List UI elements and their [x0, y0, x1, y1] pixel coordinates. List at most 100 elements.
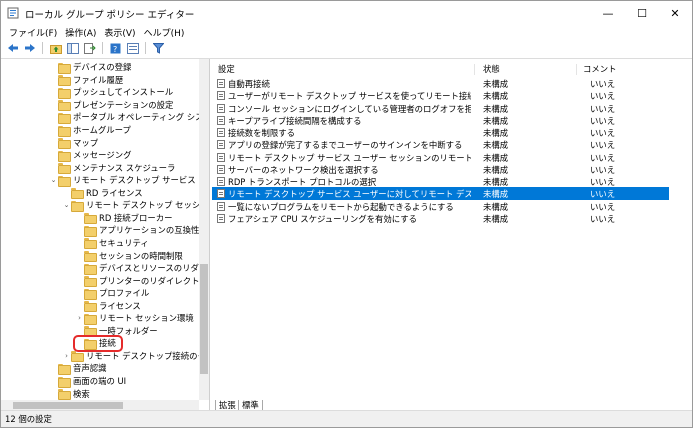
- tree-item[interactable]: プリンターのリダイレクト: [75, 274, 200, 288]
- column-divider[interactable]: [474, 64, 475, 75]
- cell-setting: 一覧にないプログラムをリモートから起動できるようにする: [228, 201, 454, 212]
- folder-icon: [58, 138, 71, 150]
- cell-state: 未構成: [483, 91, 509, 102]
- tree-item[interactable]: › リモート セッション環境: [75, 312, 194, 325]
- minimize-button[interactable]: —: [591, 1, 625, 25]
- cell-state: 未構成: [483, 164, 509, 175]
- tree-item-label: メンテナンス スケジューラ: [73, 162, 176, 173]
- list-item[interactable]: リモート デスクトップ サービス ユーザー セッションのリモート制御のルール..…: [212, 151, 669, 164]
- tree-item[interactable]: ファイル履歴: [49, 74, 123, 87]
- column-header-setting[interactable]: 設定: [218, 63, 235, 75]
- list-item[interactable]: サーバーのネットワーク検出を選択する 未構成 いいえ: [212, 163, 669, 176]
- tree-item[interactable]: ポータブル オペレーティング システム: [49, 111, 209, 124]
- cell-comment: いいえ: [590, 213, 616, 224]
- tree-item[interactable]: RD 接続ブローカー: [75, 212, 173, 225]
- status-bar: 12 個の設定: [1, 410, 692, 427]
- properties-button[interactable]: [125, 41, 140, 55]
- menu-file[interactable]: ファイル(F): [5, 26, 61, 39]
- list-item[interactable]: RDP トランスポート プロトコルの選択 未構成 いいえ: [212, 175, 669, 188]
- back-button[interactable]: [5, 41, 20, 55]
- close-button[interactable]: ✕: [658, 1, 692, 25]
- tree-item[interactable]: セキュリティ: [75, 237, 149, 250]
- tree-hscroll-thumb[interactable]: [13, 402, 123, 409]
- export-icon: [83, 42, 96, 54]
- folder-up-icon: [49, 44, 62, 54]
- list-header: 設定 状態 コメント: [212, 62, 692, 75]
- tree-item-label: 音声認識: [73, 363, 107, 374]
- cell-comment: いいえ: [590, 91, 616, 102]
- cell-setting: リモート デスクトップ サービス ユーザー セッションのリモート制御のルール..…: [228, 152, 471, 163]
- close-icon: ✕: [670, 6, 680, 20]
- tree-item[interactable]: 画面の端の UI: [49, 375, 126, 388]
- policy-setting-icon: [217, 152, 225, 162]
- list-item[interactable]: リモート デスクトップ サービス ユーザーに対してリモート デスクトップ サー.…: [212, 187, 669, 201]
- tree-item[interactable]: ホームグループ: [49, 124, 131, 137]
- forward-button[interactable]: [22, 41, 37, 55]
- column-header-state[interactable]: 状態: [483, 63, 500, 75]
- policy-setting-icon: [217, 189, 225, 199]
- title-bar[interactable]: ローカル グループ ポリシー エディター — ☐ ✕: [1, 1, 692, 25]
- client-area: デバイスの登録 ファイル履歴 プッシュしてインストール プレゼンテーションの設定 ポータ…: [1, 58, 692, 411]
- up-folder-button[interactable]: [48, 41, 63, 55]
- filter-button[interactable]: [151, 41, 166, 55]
- chevron-down-icon[interactable]: ⌄: [62, 201, 71, 209]
- tree-item[interactable]: ライセンス: [75, 299, 141, 313]
- tree-item[interactable]: メッセージング: [49, 149, 131, 162]
- tree-item[interactable]: ⌄ リモート デスクトップ セッション ホス: [62, 199, 209, 212]
- chevron-down-icon[interactable]: ⌄: [49, 176, 58, 184]
- cell-comment: いいえ: [590, 201, 616, 212]
- folder-icon: [58, 125, 71, 137]
- cell-state: 未構成: [483, 140, 509, 151]
- tree-item[interactable]: メンテナンス スケジューラ: [49, 161, 176, 175]
- maximize-button[interactable]: ☐: [625, 1, 659, 25]
- list-item[interactable]: 自動再接続 未構成 いいえ: [212, 77, 669, 90]
- list-item[interactable]: 一覧にないプログラムをリモートから起動できるようにする 未構成 いいえ: [212, 200, 669, 213]
- tree-item[interactable]: セッションの時間制限: [75, 249, 183, 262]
- tree-item-label: デバイスの登録: [73, 62, 132, 73]
- help-button[interactable]: ?: [108, 41, 123, 55]
- cell-state: 未構成: [483, 79, 509, 89]
- cell-setting: RDP トランスポート プロトコルの選択: [228, 177, 377, 187]
- tree-item[interactable]: マップ: [49, 136, 98, 150]
- tree-item[interactable]: RD ライセンス: [62, 187, 143, 200]
- policy-setting-icon: [217, 164, 225, 174]
- list-item[interactable]: アプリの登録が完了するまでユーザーのサインインを中断する 未構成 いいえ: [212, 138, 669, 151]
- chevron-right-icon[interactable]: ›: [62, 352, 71, 360]
- folder-icon: [58, 112, 71, 124]
- list-item[interactable]: ユーザーがリモート デスクトップ サービスを使ってリモート接続することを... 未…: [212, 89, 669, 102]
- filter-icon: [153, 42, 164, 54]
- tree-item[interactable]: ⌄ リモート デスクトップ サービス: [49, 174, 196, 187]
- cell-state: 未構成: [483, 189, 509, 200]
- tree-item-label: RD ライセンス: [86, 187, 143, 198]
- menu-view[interactable]: 表示(V): [100, 26, 139, 39]
- folder-icon: [71, 351, 84, 363]
- export-list-button[interactable]: [82, 41, 97, 55]
- tree-item[interactable]: プレゼンテーションの設定: [49, 99, 173, 112]
- tree-item-label: セキュリティ: [99, 237, 149, 248]
- list-item[interactable]: キープアライブ接続間隔を構成する 未構成 いいえ: [212, 114, 669, 127]
- column-header-comment[interactable]: コメント: [583, 63, 617, 75]
- tree-item[interactable]: アプリケーションの互換性: [75, 224, 199, 237]
- tree-item[interactable]: デバイスとリソースのリダイレク: [75, 262, 209, 275]
- chevron-right-icon[interactable]: ›: [75, 314, 84, 322]
- show-hide-tree-button[interactable]: [65, 41, 80, 55]
- settings-list-pane: 設定 状態 コメント 自動再接続 未構成 いいえ ユーザーがリモート デスクトップ サ…: [212, 59, 692, 411]
- menu-help[interactable]: ヘルプ(H): [140, 26, 189, 39]
- list-item[interactable]: 接続数を制限する 未構成 いいえ: [212, 126, 669, 139]
- column-divider[interactable]: [576, 64, 577, 75]
- list-item[interactable]: コンソール セッションにログインしている管理者のログオフを拒否する 未構成 いいえ: [212, 102, 669, 115]
- cell-state: 未構成: [483, 213, 509, 224]
- help-icon: ?: [110, 43, 121, 54]
- cell-setting: アプリの登録が完了するまでユーザーのサインインを中断する: [228, 140, 463, 151]
- tree-item[interactable]: デバイスの登録: [49, 61, 131, 74]
- tree-item-label: ホームグループ: [73, 125, 131, 135]
- properties-icon: [126, 42, 139, 54]
- tree-item[interactable]: プッシュしてインストール: [49, 86, 173, 99]
- tree-item[interactable]: 音声認識: [49, 362, 107, 375]
- tree-item[interactable]: プロファイル: [75, 287, 149, 300]
- list-item[interactable]: フェアシェア CPU スケジューリングを有効にする 未構成 いいえ: [212, 212, 669, 225]
- tree-item[interactable]: 検索: [49, 387, 90, 401]
- policy-setting-icon: [217, 115, 225, 125]
- tree-scroll-thumb[interactable]: [200, 264, 208, 374]
- menu-action[interactable]: 操作(A): [61, 26, 100, 39]
